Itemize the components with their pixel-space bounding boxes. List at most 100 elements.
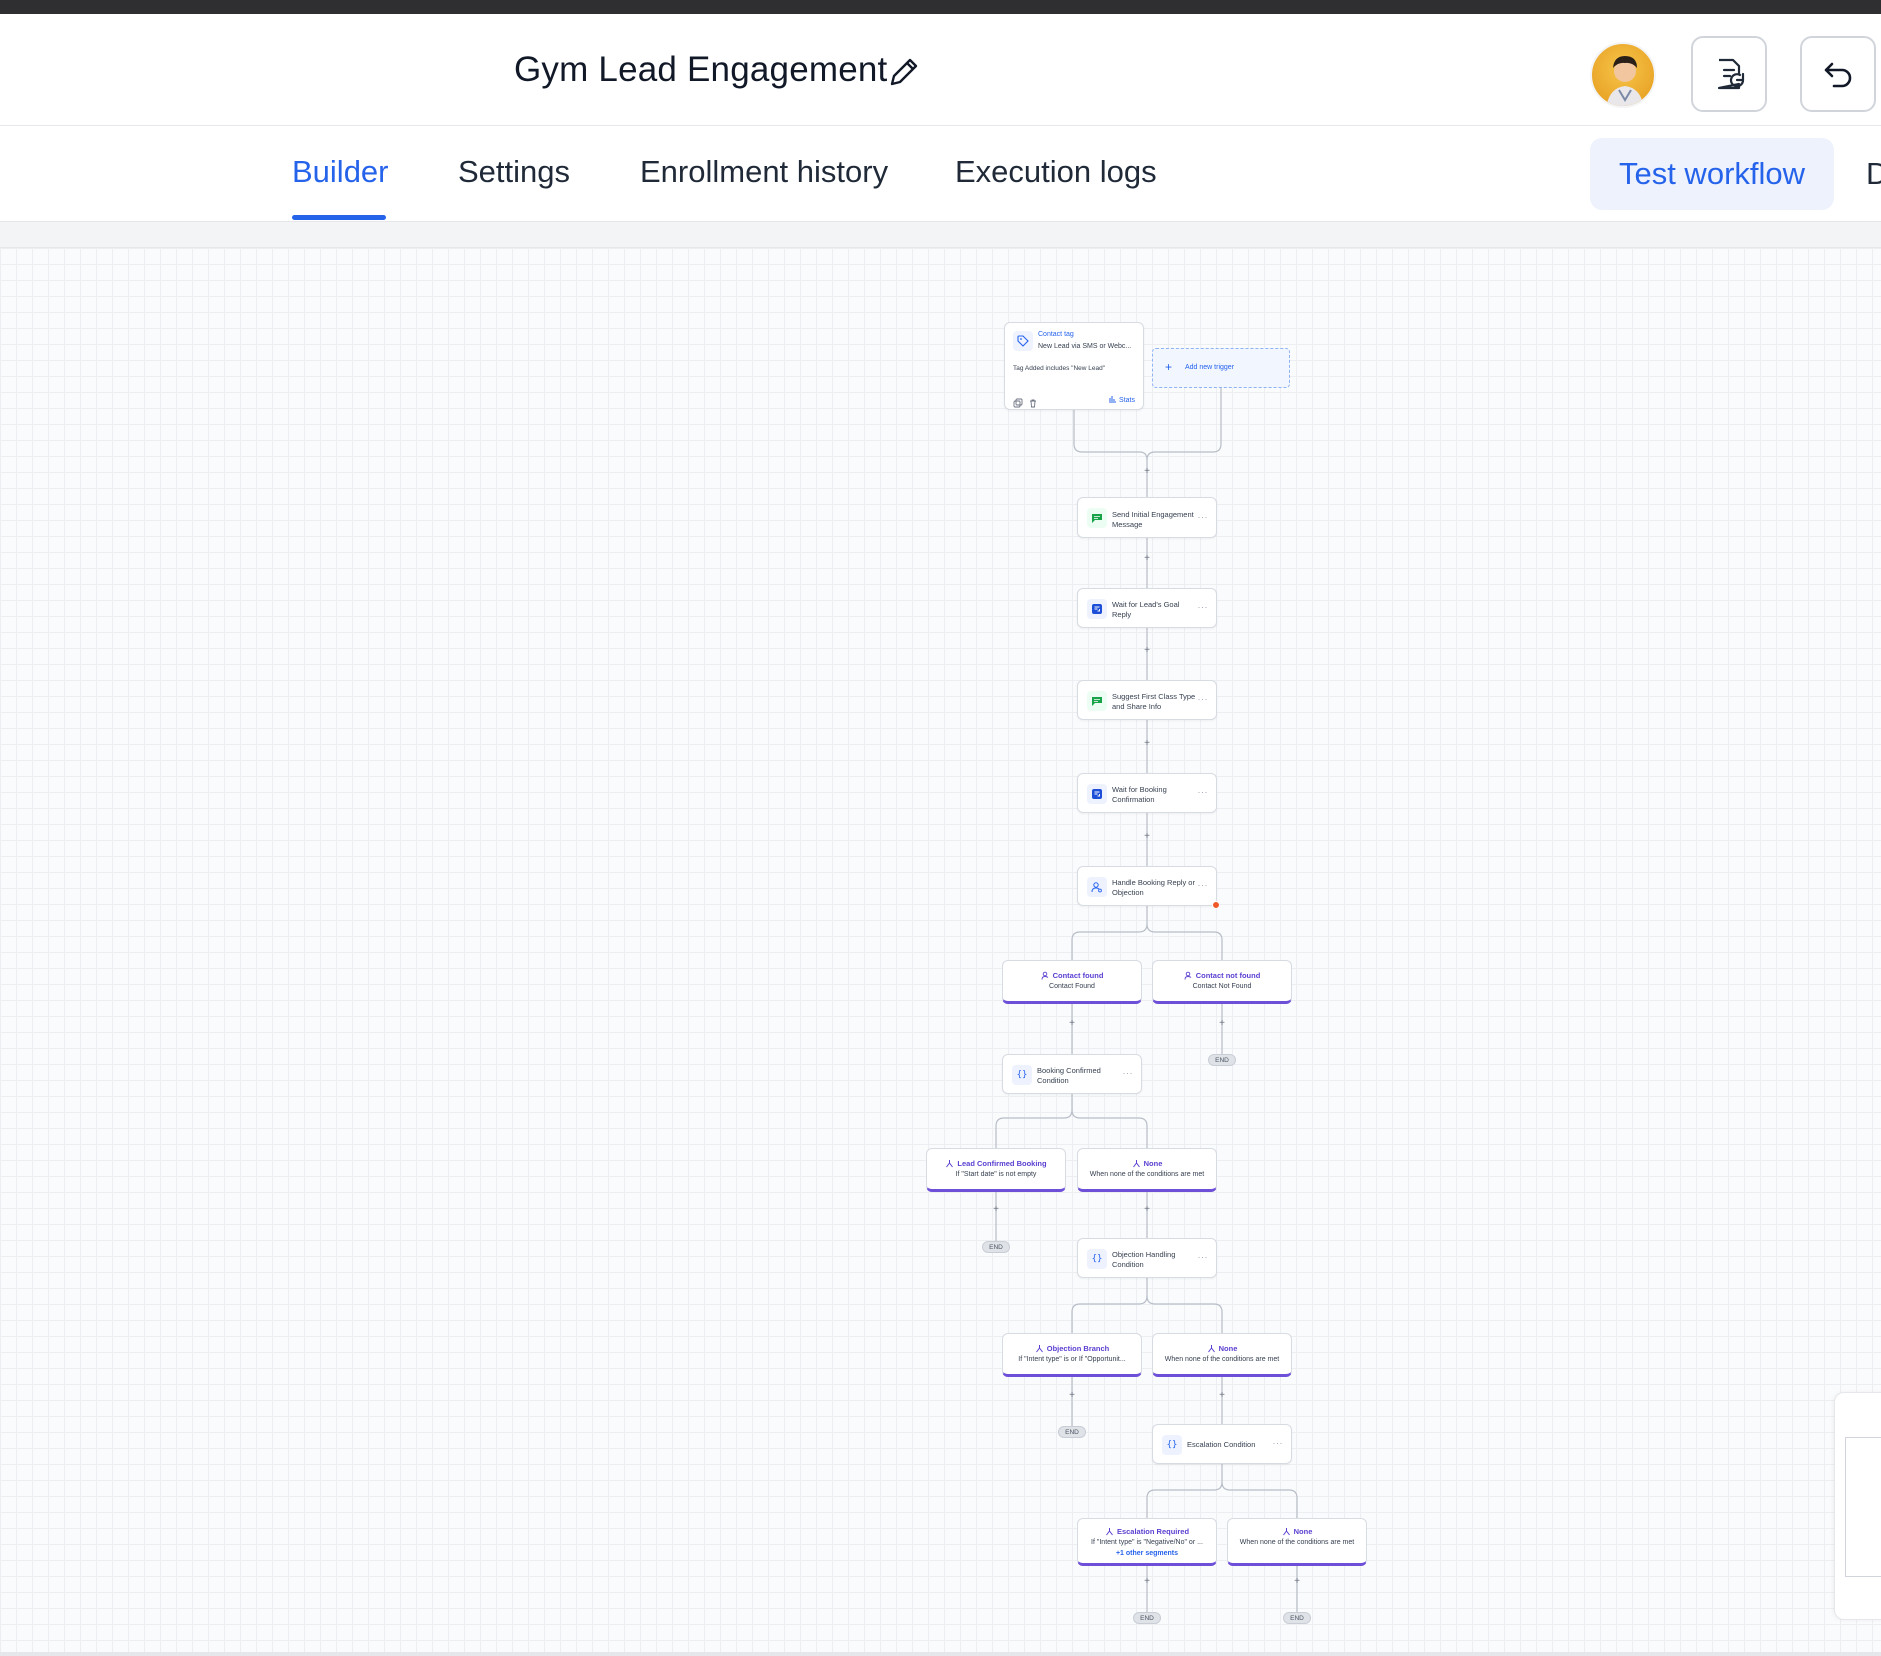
add-step-plus[interactable]: + <box>1067 1019 1077 1029</box>
step-label: Suggest First Class Type <box>1112 692 1196 701</box>
more-options-button[interactable]: ··· <box>1198 512 1209 522</box>
step-label: Wait for Lead's Goal <box>1112 600 1180 609</box>
plus-icon: + <box>1165 360 1173 374</box>
stats-button[interactable]: Stats <box>1108 394 1135 404</box>
step-label: Handle Booking Reply or <box>1112 878 1195 887</box>
add-step-plus[interactable]: + <box>1142 832 1152 842</box>
branch-description: If "Start date" is not empty <box>955 1171 1037 1178</box>
add-step-plus[interactable]: + <box>1292 1577 1302 1587</box>
add-step-plus[interactable]: + <box>1142 739 1152 749</box>
workflow-title: Gym Lead Engagement <box>514 50 888 89</box>
more-options-button[interactable]: ··· <box>1198 880 1209 890</box>
contact-icon <box>1184 971 1192 980</box>
step-label: Message <box>1112 519 1143 529</box>
message-icon <box>1087 508 1107 528</box>
contact-icon <box>1041 971 1048 980</box>
branch-icon <box>1132 1160 1140 1168</box>
truncated-tab[interactable]: D <box>1866 156 1881 192</box>
add-step-plus[interactable]: + <box>1142 1205 1152 1215</box>
tab-builder[interactable]: Builder <box>292 154 389 190</box>
wait-reply-icon <box>1087 784 1107 804</box>
branch-escalation-required[interactable]: Escalation Required If "Intent type" is … <box>1077 1518 1217 1566</box>
edit-pencil-icon[interactable] <box>884 52 924 92</box>
delete-icon[interactable] <box>1028 395 1038 413</box>
add-step-plus[interactable]: + <box>1067 1391 1077 1401</box>
end-marker: END <box>1283 1612 1311 1624</box>
trigger-name: New Lead via SMS or Webc... <box>1038 343 1132 350</box>
branch-icon <box>1106 1528 1113 1536</box>
branch-objection-none[interactable]: None When none of the conditions are met <box>1152 1333 1292 1377</box>
more-options-button[interactable]: ··· <box>1198 1252 1209 1262</box>
undo-icon <box>1824 62 1852 88</box>
condition-braces-icon: {} <box>1012 1065 1032 1085</box>
tab-execution-logs[interactable]: Execution logs <box>955 154 1157 190</box>
trigger-type: Contact tag <box>1038 331 1074 338</box>
add-step-plus[interactable]: + <box>1142 467 1152 477</box>
trigger-card[interactable]: Contact tag New Lead via SMS or Webc... … <box>1004 322 1144 410</box>
workflow-canvas[interactable]: + + + + + + + + + + + + + Contact tag Ne… <box>0 248 1881 1652</box>
tag-icon <box>1013 331 1033 351</box>
condition-booking-confirmed[interactable]: {} Booking Confirmed Condition ··· <box>1002 1054 1142 1094</box>
branch-icon <box>946 1160 954 1168</box>
user-avatar[interactable] <box>1590 42 1656 108</box>
add-step-plus[interactable]: + <box>1142 554 1152 564</box>
workflow-header: Gym Lead Engagement <box>0 14 1881 126</box>
add-step-plus[interactable]: + <box>991 1205 1001 1215</box>
branch-title: Escalation Required <box>1116 1527 1190 1536</box>
branch-description: If "Intent type" is "Negative/No" or ... <box>1091 1539 1203 1546</box>
branch-icon <box>1035 1345 1043 1353</box>
bar-chart-icon <box>1109 396 1117 403</box>
step-label: Send Initial Engagement <box>1112 510 1194 519</box>
condition-escalation[interactable]: {} Escalation Condition ··· <box>1152 1424 1292 1464</box>
add-step-plus[interactable]: + <box>1217 1391 1227 1401</box>
branch-booking-none[interactable]: None When none of the conditions are met <box>1077 1148 1217 1192</box>
add-step-plus[interactable]: + <box>1142 646 1152 656</box>
branch-escalation-none[interactable]: None When none of the conditions are met <box>1227 1518 1367 1566</box>
document-refresh-icon <box>1717 58 1745 90</box>
step-handle-booking-reply[interactable]: Handle Booking Reply or Objection ··· <box>1077 866 1220 909</box>
step-wait-for-booking[interactable]: Wait for Booking Confirmation ··· <box>1077 773 1217 813</box>
step-send-initial-engagement[interactable]: Send Initial Engagement Message ··· <box>1077 497 1217 538</box>
branch-title: None <box>1143 1159 1163 1168</box>
branch-icon <box>1207 1345 1215 1353</box>
version-history-button[interactable] <box>1691 36 1767 112</box>
undo-button[interactable] <box>1800 36 1876 112</box>
condition-objection-handling[interactable]: {} Objection Handling Condition ··· <box>1077 1238 1217 1278</box>
more-options-button[interactable]: ··· <box>1273 1438 1284 1448</box>
branch-objection[interactable]: Objection Branch If "Intent type" is or … <box>1002 1333 1142 1377</box>
step-wait-for-goal-reply[interactable]: Wait for Lead's Goal Reply ··· <box>1077 588 1217 628</box>
branch-contact-found[interactable]: Contact found Contact Found <box>1002 960 1142 1004</box>
step-suggest-first-class[interactable]: Suggest First Class Type and Share Info ·… <box>1077 680 1217 720</box>
error-indicator-dot <box>1212 901 1220 909</box>
condition-label: Escalation Condition <box>1187 1440 1256 1449</box>
more-options-button[interactable]: ··· <box>1123 1068 1134 1078</box>
branch-title: Lead Confirmed Booking <box>957 1159 1047 1168</box>
branch-title: None <box>1218 1344 1238 1353</box>
copy-icon[interactable] <box>1013 395 1023 413</box>
branch-lead-confirmed-booking[interactable]: Lead Confirmed Booking If "Start date" i… <box>926 1148 1066 1192</box>
add-new-trigger-button[interactable]: + Add new trigger <box>1152 348 1290 388</box>
add-step-plus[interactable]: + <box>1142 1577 1152 1587</box>
test-workflow-button[interactable]: Test workflow <box>1590 138 1834 210</box>
condition-braces-icon: {} <box>1162 1435 1182 1455</box>
more-options-button[interactable]: ··· <box>1198 694 1209 704</box>
add-step-plus[interactable]: + <box>1217 1019 1227 1029</box>
condition-label: Booking Confirmed <box>1037 1066 1101 1075</box>
more-options-button[interactable]: ··· <box>1198 787 1209 797</box>
more-options-button[interactable]: ··· <box>1198 602 1209 612</box>
side-panel-edge[interactable] <box>1834 1392 1881 1620</box>
tab-settings[interactable]: Settings <box>458 154 570 190</box>
window-top-strip <box>0 0 1881 14</box>
branch-contact-not-found[interactable]: Contact not found Contact Not Found <box>1152 960 1292 1004</box>
active-tab-indicator <box>292 215 386 220</box>
end-marker: END <box>1208 1054 1236 1066</box>
connector-lines <box>995 388 1298 1612</box>
workflow-tabs: Builder Settings Enrollment history Exec… <box>0 126 1881 222</box>
condition-label: Condition <box>1037 1075 1069 1085</box>
branch-icon <box>1282 1528 1290 1536</box>
canvas-toolbar-strip <box>0 222 1881 248</box>
tab-enrollment-history[interactable]: Enrollment history <box>640 154 888 190</box>
step-label: and Share Info <box>1112 701 1162 711</box>
branch-description: When none of the conditions are met <box>1089 1171 1205 1178</box>
other-segments-link[interactable]: +1 other segments <box>1078 1550 1216 1557</box>
